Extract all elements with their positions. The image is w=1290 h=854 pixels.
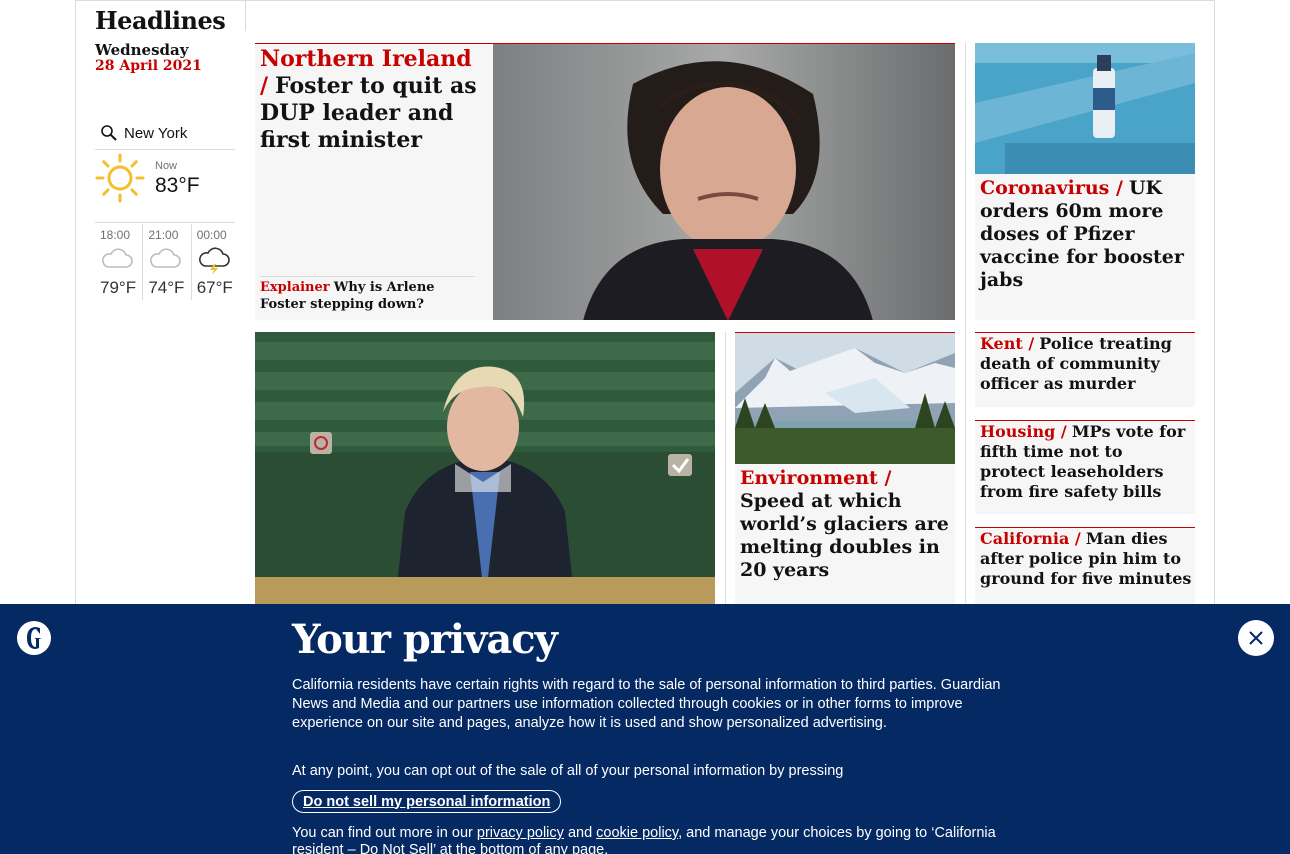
kent-story-card[interactable]: Kent / Police treating death of communit… (975, 332, 1195, 407)
close-icon (1249, 631, 1263, 645)
story-headline: Foster to quit as DUP leader and first m… (260, 73, 477, 153)
story-kicker: Coronavirus / (980, 177, 1123, 199)
covid-story-card[interactable]: Coronavirus / UK orders 60m more doses o… (975, 43, 1195, 320)
sublink-explainer[interactable]: Explainer Why is Arlene Foster stepping … (260, 276, 475, 313)
forecast-temp: 67°F (196, 278, 233, 297)
sublink-kicker: Explainer (260, 280, 330, 295)
story-title[interactable]: Environment / Speed at which world’s gla… (740, 467, 950, 582)
close-button[interactable] (1238, 620, 1274, 656)
story-kicker: California / (980, 529, 1081, 548)
search-icon (101, 125, 117, 141)
privacy-body: California residents have certain rights… (292, 677, 1001, 731)
section-title[interactable]: Headlines (95, 6, 226, 35)
do-not-sell-button[interactable]: Do not sell my personal information (292, 790, 562, 813)
cookie-policy-link[interactable]: cookie policy (596, 825, 678, 841)
story-kicker: Environment / (740, 467, 892, 489)
story-kicker: Housing / (980, 422, 1067, 441)
thunder-cloud-icon (198, 247, 230, 275)
forecast-item: 18:00 79°F (95, 224, 144, 300)
story-kicker: Kent / (980, 334, 1035, 353)
lead-story-title[interactable]: Northern Ireland / Foster to quit as DUP… (260, 46, 485, 154)
date-weekday: Wednesday (95, 41, 189, 59)
weather-location: New York (124, 124, 188, 142)
top-divider (245, 0, 246, 31)
story-title[interactable]: Kent / Police treating death of communit… (980, 334, 1192, 394)
sun-icon (95, 153, 145, 203)
privacy-and-text: and (567, 825, 593, 841)
privacy-banner: Your privacy California residents have c… (0, 604, 1290, 854)
forecast-temp: 74°F (148, 278, 185, 297)
forecast-time: 18:00 (100, 228, 131, 242)
cloud-icon (150, 248, 182, 268)
weather-now-temp: 83°F (155, 174, 200, 197)
environment-story-card[interactable]: Environment / Speed at which world’s gla… (735, 332, 955, 604)
story-title[interactable]: Coronavirus / UK orders 60m more doses o… (980, 177, 1192, 292)
forecast-item: 00:00 67°F (192, 224, 240, 300)
forecast-time: 00:00 (196, 228, 227, 242)
story-headline: Speed at which world’s glaciers are melt… (740, 490, 949, 581)
column-divider (725, 332, 726, 604)
weather-location-search[interactable]: New York (95, 117, 235, 150)
privacy-policy-link[interactable]: privacy policy (477, 825, 564, 841)
story-photo (735, 333, 955, 464)
guardian-logo-icon (17, 621, 51, 655)
date-full: 28 April 2021 (95, 58, 202, 74)
cloud-icon (102, 248, 133, 268)
privacy-title: Your privacy (292, 616, 558, 663)
california-story-card[interactable]: California / Man dies after police pin h… (975, 527, 1195, 604)
story-photo (975, 43, 1195, 174)
story-photo (255, 332, 715, 604)
story-title[interactable]: Housing / MPs vote for fifth time not to… (980, 422, 1192, 502)
weather-forecast: 18:00 79°F 21:00 74°F 00:00 67°F (95, 224, 240, 304)
lead-story-card[interactable]: Northern Ireland / Foster to quit as DUP… (255, 43, 955, 320)
forecast-temp: 79°F (100, 278, 137, 297)
privacy-more-text: You can find out more in our (292, 825, 473, 841)
privacy-optout-text: At any point, you can opt out of the sal… (292, 763, 844, 779)
privacy-more-info: You can find out more in our privacy pol… (292, 825, 1002, 854)
column-divider (965, 43, 966, 603)
forecast-item: 21:00 74°F (143, 224, 192, 300)
housing-story-card[interactable]: Housing / MPs vote for fifth time not to… (975, 420, 1195, 514)
story-photo (493, 44, 955, 320)
politics-story-card[interactable] (255, 332, 715, 604)
weather-now-label: Now (155, 160, 178, 172)
story-title[interactable]: California / Man dies after police pin h… (980, 529, 1192, 589)
weather-now: Now 83°F (95, 150, 235, 223)
forecast-time: 21:00 (148, 228, 179, 242)
